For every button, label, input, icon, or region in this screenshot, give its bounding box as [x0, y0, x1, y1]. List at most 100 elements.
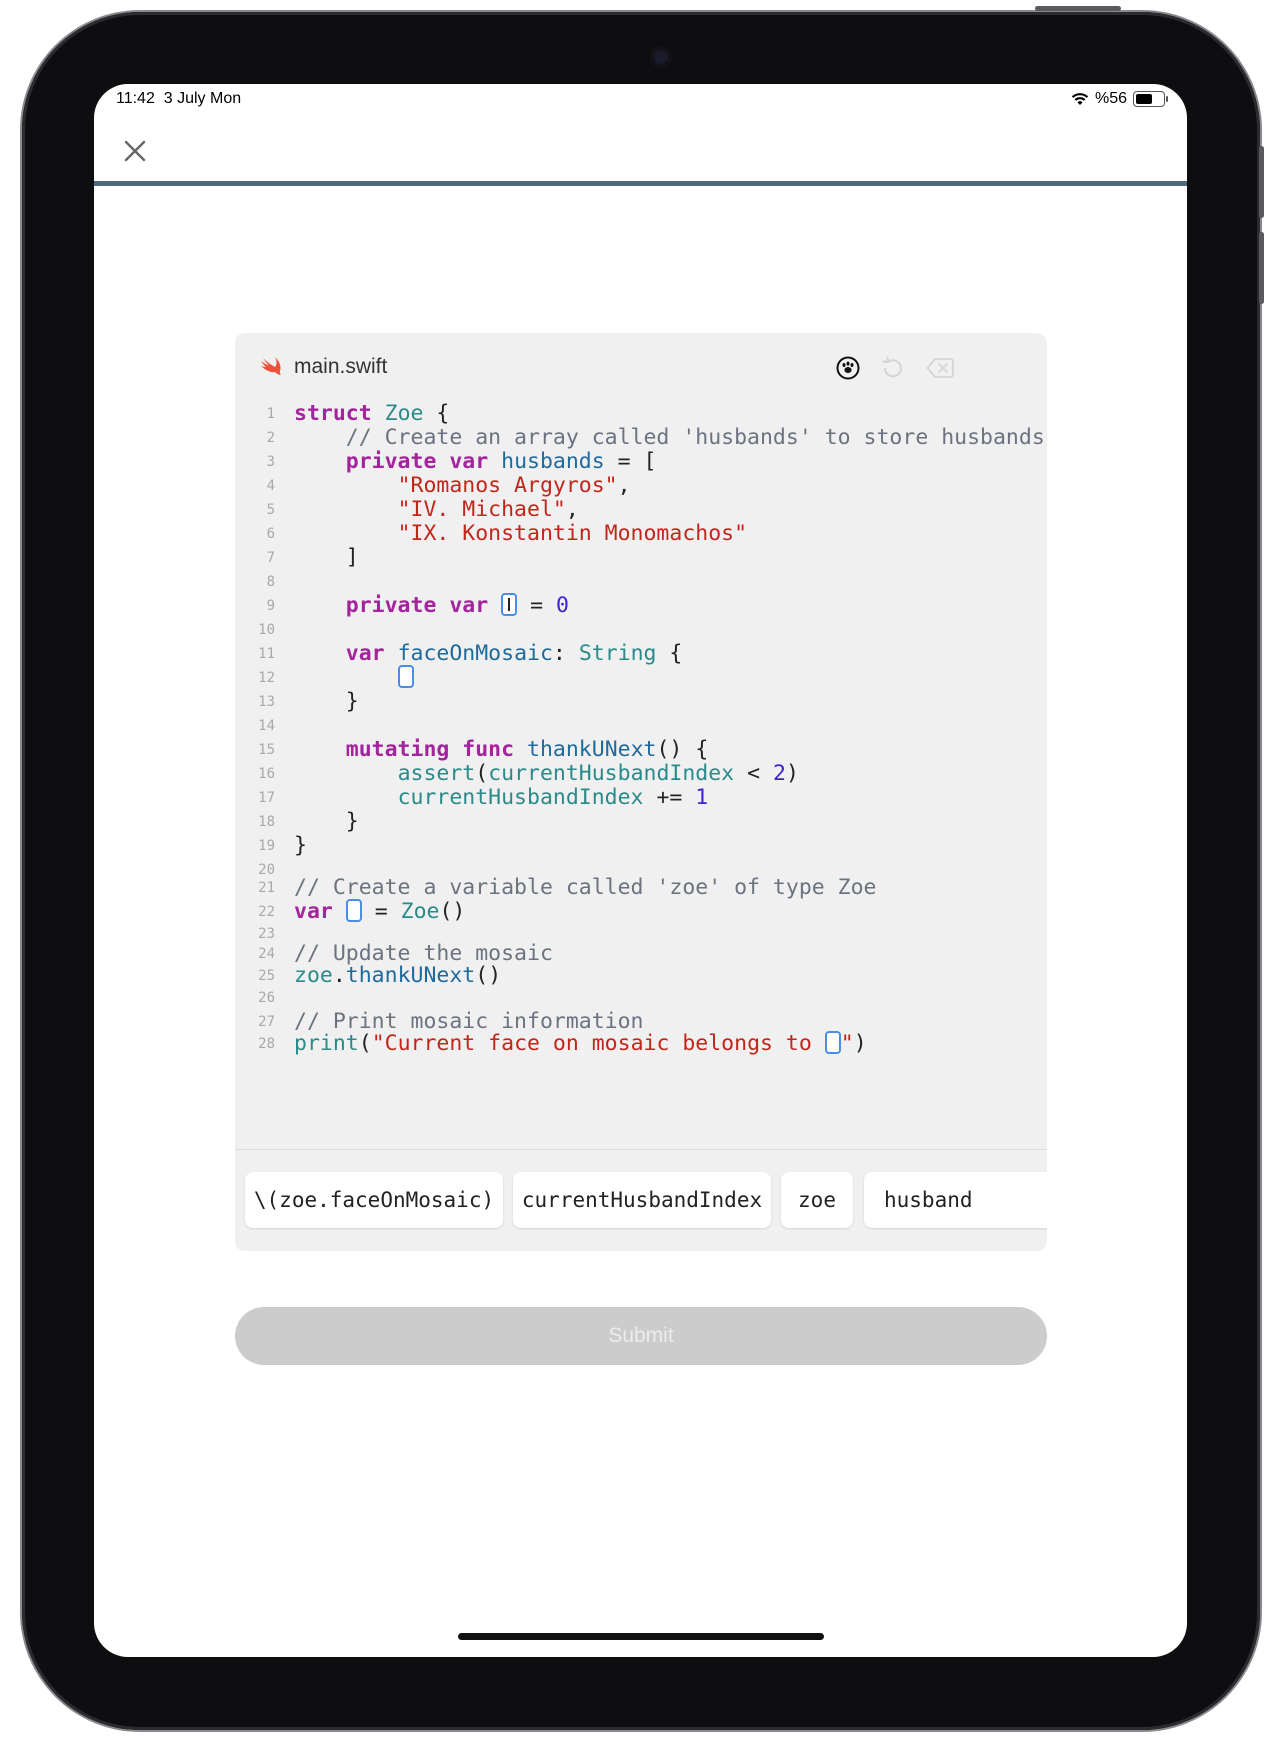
top-button [1035, 6, 1121, 11]
line-number: 22 [258, 904, 275, 920]
line-content: struct Zoe { [294, 401, 449, 427]
line-content: mutating func thankUNext() { [294, 737, 708, 763]
undo-button[interactable] [879, 355, 905, 381]
line-number: 6 [266, 526, 275, 542]
line-content: ] [294, 545, 359, 571]
line-content: var = Zoe() [294, 898, 466, 925]
submit-button[interactable]: Submit [235, 1307, 1047, 1365]
code-token: struct [294, 401, 372, 426]
line-content: currentHusbandIndex += 1 [294, 785, 709, 811]
close-icon [124, 140, 146, 162]
header-divider [94, 181, 1187, 186]
code-token: . [332, 963, 346, 988]
code-token: : [552, 641, 579, 666]
code-token: < [734, 761, 773, 786]
line-number: 17 [258, 790, 275, 806]
status-indicators: %56 [1071, 90, 1168, 108]
code-token: 2 [772, 761, 786, 786]
wifi-icon [1071, 93, 1089, 105]
line-number: 2 [266, 430, 275, 446]
line-number: 25 [258, 968, 275, 984]
code-token: ( [475, 761, 489, 786]
line-content: } [294, 689, 359, 715]
code-token: var [449, 593, 489, 618]
line-number: 14 [258, 718, 275, 734]
delete-button[interactable] [925, 355, 955, 381]
code-token: var [449, 449, 489, 474]
line-number: 9 [266, 598, 275, 614]
code-token: ( [358, 1031, 372, 1056]
code-token: } [294, 689, 359, 714]
code-token: zoe [294, 963, 333, 988]
code-token: "IX. Konstantin Monomachos" [294, 521, 748, 546]
code-token: // Create a variable called 'zoe' of typ… [294, 875, 877, 900]
code-token: " [840, 1031, 854, 1056]
answer-token-chip[interactable]: currentHusbandIndex [513, 1172, 771, 1228]
line-number: 5 [266, 502, 275, 518]
code-token: faceOnMosaic [397, 641, 553, 666]
code-token: "Romanos Argyros" [294, 473, 618, 498]
code-token: private [345, 593, 437, 618]
close-button[interactable] [120, 136, 150, 166]
code-token: = [ [604, 449, 657, 474]
code-token: Zoe [400, 899, 440, 924]
volume-down-button [1259, 232, 1264, 304]
line-number: 28 [258, 1036, 275, 1052]
line-content: } [294, 833, 307, 859]
line-content: zoe.thankUNext() [294, 963, 501, 989]
answer-slot[interactable] [345, 898, 362, 922]
answer-slot[interactable] [824, 1030, 841, 1054]
code-token: = [517, 593, 556, 618]
code-token: "IV. Michael" [294, 497, 566, 522]
line-number: 18 [258, 814, 275, 830]
answer-token-chip[interactable]: husband [864, 1172, 1047, 1228]
code-token: { [423, 401, 450, 426]
code-token: ) [785, 761, 799, 786]
code-token: () [439, 899, 466, 924]
line-number: 21 [258, 880, 275, 896]
code-token: currentHusbandIndex [488, 761, 735, 786]
answer-slot[interactable] [397, 664, 414, 688]
filename: main.swift [294, 355, 388, 378]
code-editor-card: main.swift 1 struct Zoe {2 // Create an… [235, 333, 1047, 1251]
line-number: 12 [258, 670, 275, 686]
status-date: 3 July Mon [163, 90, 242, 107]
line-number: 23 [258, 926, 275, 942]
battery-percent: %56 [1094, 90, 1127, 107]
token-bar: \(zoe.faceOnMosaic) currentHusbandIndex zo… [235, 1149, 1047, 1251]
front-camera [650, 46, 672, 68]
answer-slot-active[interactable] [501, 592, 518, 616]
line-number: 24 [258, 946, 275, 962]
answer-token-chip[interactable]: zoe [781, 1172, 853, 1228]
code-token: 1 [695, 785, 709, 810]
code-token: var [345, 641, 385, 666]
line-content: assert(currentHusbandIndex < 2) [294, 761, 799, 787]
code-token: thankUNext [527, 737, 657, 762]
code-token: } [294, 833, 307, 858]
answer-token-chip[interactable]: \(zoe.faceOnMosaic) [245, 1172, 503, 1228]
hint-button[interactable] [835, 355, 861, 381]
line-content: "IX. Konstantin Monomachos" [294, 521, 748, 547]
status-bar: 11:42 3 July Mon %56 [94, 84, 1187, 120]
code-token: // Create an array called 'husbands' to … [294, 425, 1045, 450]
code-token: () [475, 963, 502, 988]
code-token: { [656, 641, 683, 666]
line-content: // Create an array called 'husbands' to … [294, 425, 1045, 451]
line-number: 19 [258, 838, 275, 854]
line-content: // Create a variable called 'zoe' of typ… [294, 875, 876, 901]
paw-icon [836, 356, 860, 380]
line-number: 4 [266, 478, 275, 494]
